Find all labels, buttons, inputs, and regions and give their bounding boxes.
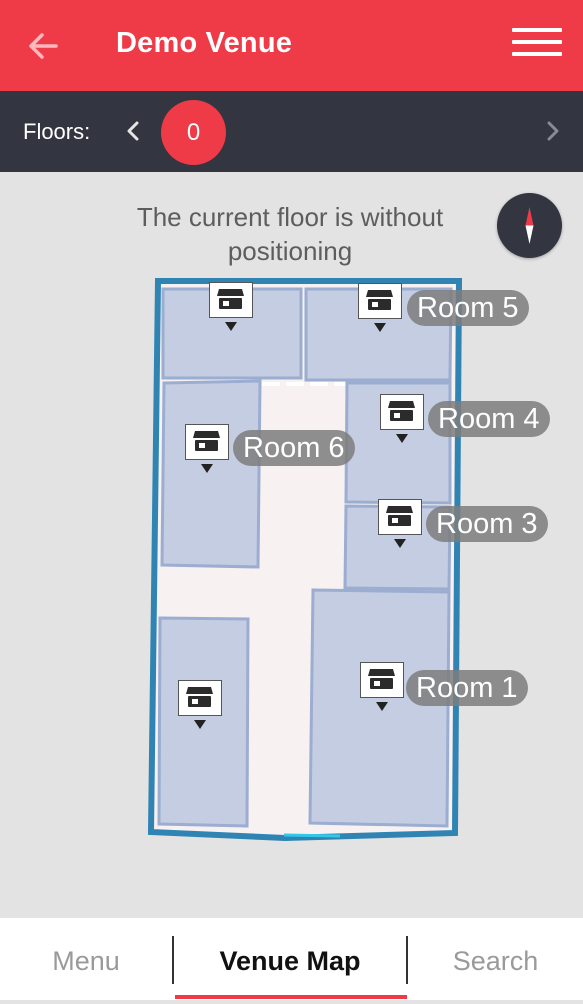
room-label[interactable]: Room 1 bbox=[406, 670, 528, 706]
shop-marker-pointer bbox=[376, 702, 388, 711]
room-6-area bbox=[160, 379, 262, 569]
app-bar: Demo Venue bbox=[0, 0, 583, 91]
shop-marker[interactable] bbox=[209, 282, 253, 332]
shop-marker[interactable] bbox=[185, 424, 229, 474]
chevron-right-icon bbox=[547, 121, 559, 141]
shop-marker[interactable] bbox=[380, 394, 424, 444]
shop-icon bbox=[386, 506, 413, 526]
tab-venue-map[interactable]: Venue Map bbox=[174, 918, 406, 1000]
shop-marker[interactable] bbox=[360, 662, 404, 712]
shop-marker-pointer bbox=[396, 434, 408, 443]
shop-marker[interactable] bbox=[178, 680, 222, 730]
bottom-navigation: Menu Venue Map Search bbox=[0, 918, 583, 1000]
floor-plan bbox=[147, 278, 463, 842]
shop-marker-pointer bbox=[225, 322, 237, 331]
hamburger-line bbox=[512, 40, 562, 44]
room-label[interactable]: Room 4 bbox=[428, 401, 550, 437]
shop-marker-pointer bbox=[194, 720, 206, 729]
back-button[interactable] bbox=[22, 24, 66, 68]
room-label[interactable]: Room 3 bbox=[426, 506, 548, 542]
shop-marker-box bbox=[380, 394, 424, 430]
shop-icon bbox=[217, 289, 244, 309]
shop-marker[interactable] bbox=[358, 283, 402, 333]
shop-icon bbox=[366, 290, 393, 310]
arrow-left-icon bbox=[29, 33, 58, 59]
shop-marker-box bbox=[358, 283, 402, 319]
shop-marker-box bbox=[209, 282, 253, 318]
floor-selector: Floors: 0 bbox=[0, 91, 583, 172]
tab-menu[interactable]: Menu bbox=[0, 918, 172, 1000]
previous-floor-button[interactable] bbox=[120, 113, 146, 149]
compass-button[interactable] bbox=[497, 193, 562, 258]
shop-marker-box bbox=[360, 662, 404, 698]
shop-marker-pointer bbox=[394, 539, 406, 548]
shop-icon bbox=[388, 401, 415, 421]
shop-marker-pointer bbox=[201, 464, 213, 473]
shop-marker-box bbox=[178, 680, 222, 716]
shop-icon bbox=[193, 431, 220, 451]
active-tab-indicator bbox=[175, 995, 407, 999]
positioning-notice: The current floor is without positioning bbox=[136, 202, 444, 266]
page-title: Demo Venue bbox=[116, 27, 293, 59]
shop-marker[interactable] bbox=[378, 499, 422, 549]
shop-icon bbox=[368, 669, 395, 689]
tab-search[interactable]: Search bbox=[408, 918, 583, 1000]
shop-icon bbox=[186, 687, 213, 707]
chevron-left-icon bbox=[127, 121, 139, 141]
compass-icon bbox=[525, 207, 534, 244]
current-floor-badge[interactable]: 0 bbox=[161, 100, 226, 165]
floors-label: Floors: bbox=[23, 119, 91, 144]
shop-marker-pointer bbox=[374, 323, 386, 332]
shop-marker-box bbox=[378, 499, 422, 535]
hamburger-line bbox=[512, 52, 562, 56]
next-floor-button[interactable] bbox=[540, 113, 566, 149]
venue-map[interactable]: Room 5 Room 4 Room 6 Room 3 Room 1 bbox=[0, 172, 583, 918]
hamburger-menu-button[interactable] bbox=[512, 28, 562, 64]
hamburger-menu-icon bbox=[512, 28, 562, 32]
shop-marker-box bbox=[185, 424, 229, 460]
room-label[interactable]: Room 6 bbox=[233, 430, 355, 466]
room-label[interactable]: Room 5 bbox=[407, 290, 529, 326]
